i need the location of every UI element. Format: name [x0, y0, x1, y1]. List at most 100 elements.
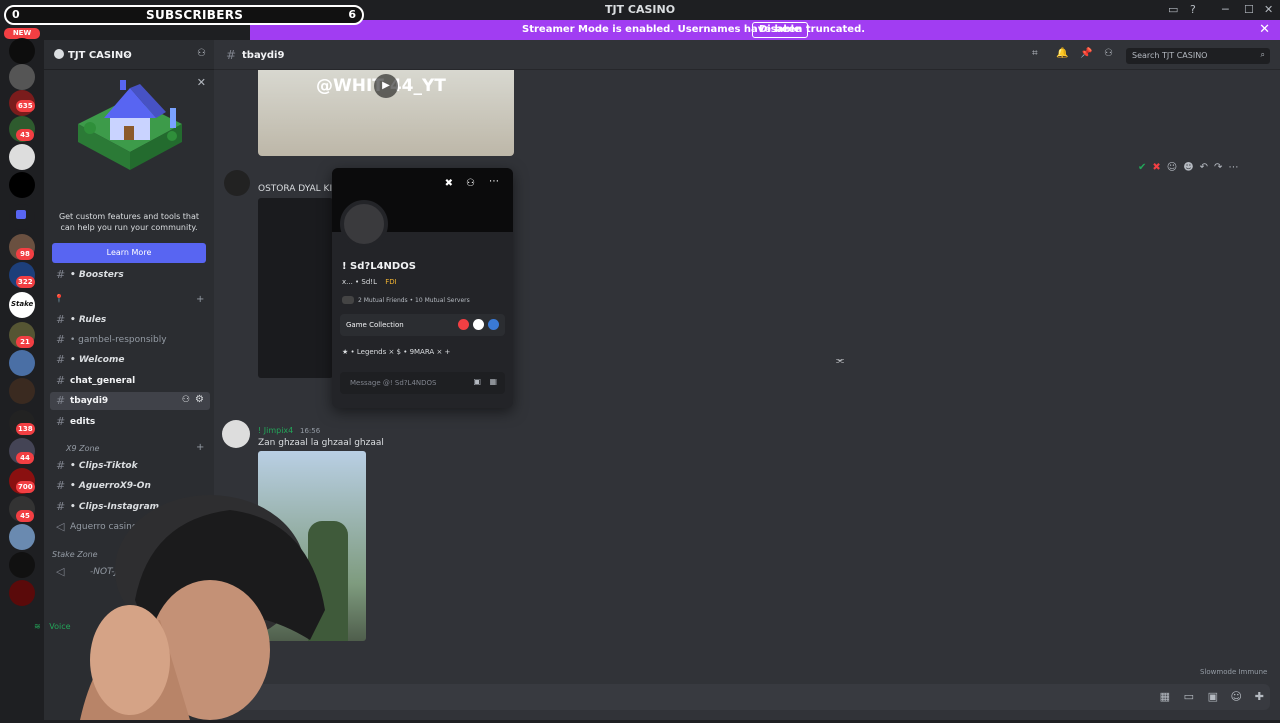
video-embed[interactable]: @WHIT 44_YT ▶	[258, 70, 514, 156]
channel-label: • Boosters	[70, 270, 124, 280]
category-x9-zone[interactable]: X9 Zone	[52, 444, 99, 453]
hash-icon: #	[56, 459, 66, 472]
gift-icon[interactable]: ▦	[1160, 690, 1170, 703]
play-icon[interactable]: ▶	[374, 74, 398, 98]
channel-label: • Clips-Tiktok	[70, 461, 138, 471]
check-reaction-icon[interactable]: ✔	[1138, 162, 1152, 173]
search-input[interactable]: Search TJT CASINO ⌕	[1126, 48, 1270, 64]
avatar[interactable]	[222, 420, 250, 448]
hash-icon: #	[56, 268, 66, 281]
cross-reaction-icon[interactable]: ✖	[1152, 162, 1166, 173]
message-author[interactable]: ! Jimpix4	[258, 426, 293, 435]
profile-avatar[interactable]	[340, 200, 388, 248]
minimize-button[interactable]: ─	[1222, 3, 1229, 16]
subscriber-goal-count: 6	[348, 8, 356, 21]
mention-badge: 43	[16, 129, 34, 141]
more-icon[interactable]: ⋯	[1228, 162, 1244, 173]
add-channel-icon[interactable]: +	[196, 442, 204, 453]
streamer-mode-message: Streamer Mode is enabled. Usernames have…	[522, 24, 866, 35]
mention-badge: 21	[16, 336, 34, 348]
gif-icon[interactable]: ▭	[1184, 690, 1194, 703]
more-icon[interactable]: ⋯	[489, 176, 499, 187]
sticker-icon[interactable]: ▣	[1208, 690, 1218, 703]
close-icon[interactable]: ✕	[1259, 22, 1270, 37]
mention-badge: 635	[16, 100, 35, 112]
add-member-icon[interactable]: ⚇	[197, 48, 206, 59]
hash-icon: #	[226, 48, 237, 62]
profile-roles[interactable]: ★ • Legends × $ • 9MARA × +	[342, 348, 450, 356]
invite-icon[interactable]: ⚇	[182, 395, 190, 405]
disable-streamer-mode-button[interactable]: Disable	[752, 22, 808, 38]
channel-gambel-responsibly[interactable]: # • gambel-responsibly	[50, 331, 210, 349]
server-icon[interactable]	[9, 580, 35, 606]
image-attachment[interactable]	[258, 198, 333, 378]
threads-icon[interactable]: ⌗	[1032, 48, 1038, 59]
channel-tbaydi9[interactable]: # tbaydi9 ⚇ ⚙	[50, 392, 210, 410]
add-friend-icon[interactable]: ⚇	[466, 178, 475, 189]
server-icon[interactable]	[9, 38, 35, 64]
server-icon[interactable]	[9, 64, 35, 90]
avatar[interactable]	[224, 170, 250, 196]
channel-rules[interactable]: # • Rules	[50, 311, 210, 329]
profile-message-input[interactable]: Message @! Sd?L4NDOS ▣ ▦	[340, 372, 505, 394]
webcam-overlay	[40, 480, 340, 720]
close-icon[interactable]: ✕	[197, 76, 206, 89]
subscriber-start-count: 0	[12, 8, 20, 21]
server-icon[interactable]	[9, 552, 35, 578]
members-icon[interactable]: ⚇	[1104, 48, 1113, 59]
server-rail: NEW 635 43 98 322 Stake 21 138 44 700 45	[0, 20, 44, 720]
channel-edits[interactable]: # edits	[50, 413, 210, 431]
add-channel-icon[interactable]: +	[196, 294, 204, 305]
help-icon[interactable]: ?	[1190, 3, 1196, 16]
search-icon: ⌕	[1260, 50, 1265, 59]
mention-badge: 45	[16, 510, 34, 522]
folder-icon[interactable]	[9, 204, 35, 230]
server-icon[interactable]	[9, 378, 35, 404]
forward-icon[interactable]: ↷	[1214, 162, 1228, 173]
server-header[interactable]: TJT CASINO ⌄ ⚇	[44, 40, 214, 70]
channel-chat-general[interactable]: # chat_general	[50, 372, 210, 390]
server-icon[interactable]	[9, 350, 35, 376]
hash-icon: #	[56, 374, 66, 387]
sticker-icon[interactable]: ▣	[473, 377, 481, 386]
emoji-reaction-icon[interactable]: ☺	[1167, 162, 1183, 173]
mutual-info[interactable]: 2 Mutual Friends • 10 Mutual Servers	[358, 297, 470, 304]
friend-action-icon[interactable]: ✖	[445, 178, 453, 189]
game-icon	[458, 319, 469, 330]
mention-badge: 98	[16, 248, 34, 260]
cursor-icon: ⫘	[836, 356, 845, 366]
add-reaction-icon[interactable]: ☻	[1183, 162, 1199, 173]
mention-badge: 700	[16, 481, 35, 493]
hash-icon: #	[56, 313, 66, 326]
gift-icon[interactable]: ▦	[489, 377, 497, 386]
game-collection[interactable]: Game Collection	[340, 314, 505, 336]
close-window-button[interactable]: ✕	[1264, 3, 1273, 16]
server-icon[interactable]	[9, 524, 35, 550]
inbox-icon[interactable]: ▭	[1168, 3, 1178, 16]
maximize-button[interactable]: ☐	[1244, 3, 1254, 16]
apps-icon[interactable]: ✚	[1255, 690, 1264, 703]
server-icon[interactable]	[9, 144, 35, 170]
subscriber-label: SUBSCRIBERS	[146, 8, 244, 22]
pin-icon[interactable]: 📌	[1080, 48, 1092, 59]
channel-clips-tiktok[interactable]: # • Clips-Tiktok	[50, 457, 210, 475]
gear-icon[interactable]: ⚙	[195, 394, 204, 405]
emoji-icon[interactable]: ☺	[1231, 690, 1242, 703]
learn-more-button[interactable]: Learn More	[52, 243, 206, 263]
profile-tag-text: x... • Sd!L	[342, 278, 377, 286]
slowmode-note: Slowmode Immune	[1200, 668, 1268, 676]
bell-icon[interactable]: 🔔	[1056, 48, 1068, 59]
message-text: Zan ghzaal la ghzaal ghzaal	[258, 438, 384, 448]
stake-server-icon[interactable]: Stake	[9, 292, 35, 318]
chat-header: # tbaydi9 ⌗ 🔔 📌 ⚇ Search TJT CASINO ⌕	[214, 40, 1280, 70]
hash-icon: #	[56, 394, 66, 407]
chevron-down-icon: ⌄	[124, 49, 131, 58]
message-composer[interactable]: ▦ ▭ ▣ ☺ ✚	[230, 684, 1270, 710]
user-profile-popout: ✖ ⚇ ⋯ ! Sd?L4NDOS x... • Sd!L FDI 2 Mutu…	[332, 168, 513, 408]
channel-boosters[interactable]: # • Boosters	[50, 266, 210, 284]
server-icon[interactable]	[9, 172, 35, 198]
reply-icon[interactable]: ↶	[1200, 162, 1214, 173]
hash-icon: #	[56, 353, 66, 366]
channel-welcome[interactable]: # • Welcome	[50, 351, 210, 369]
mention-badge: 322	[16, 276, 35, 288]
